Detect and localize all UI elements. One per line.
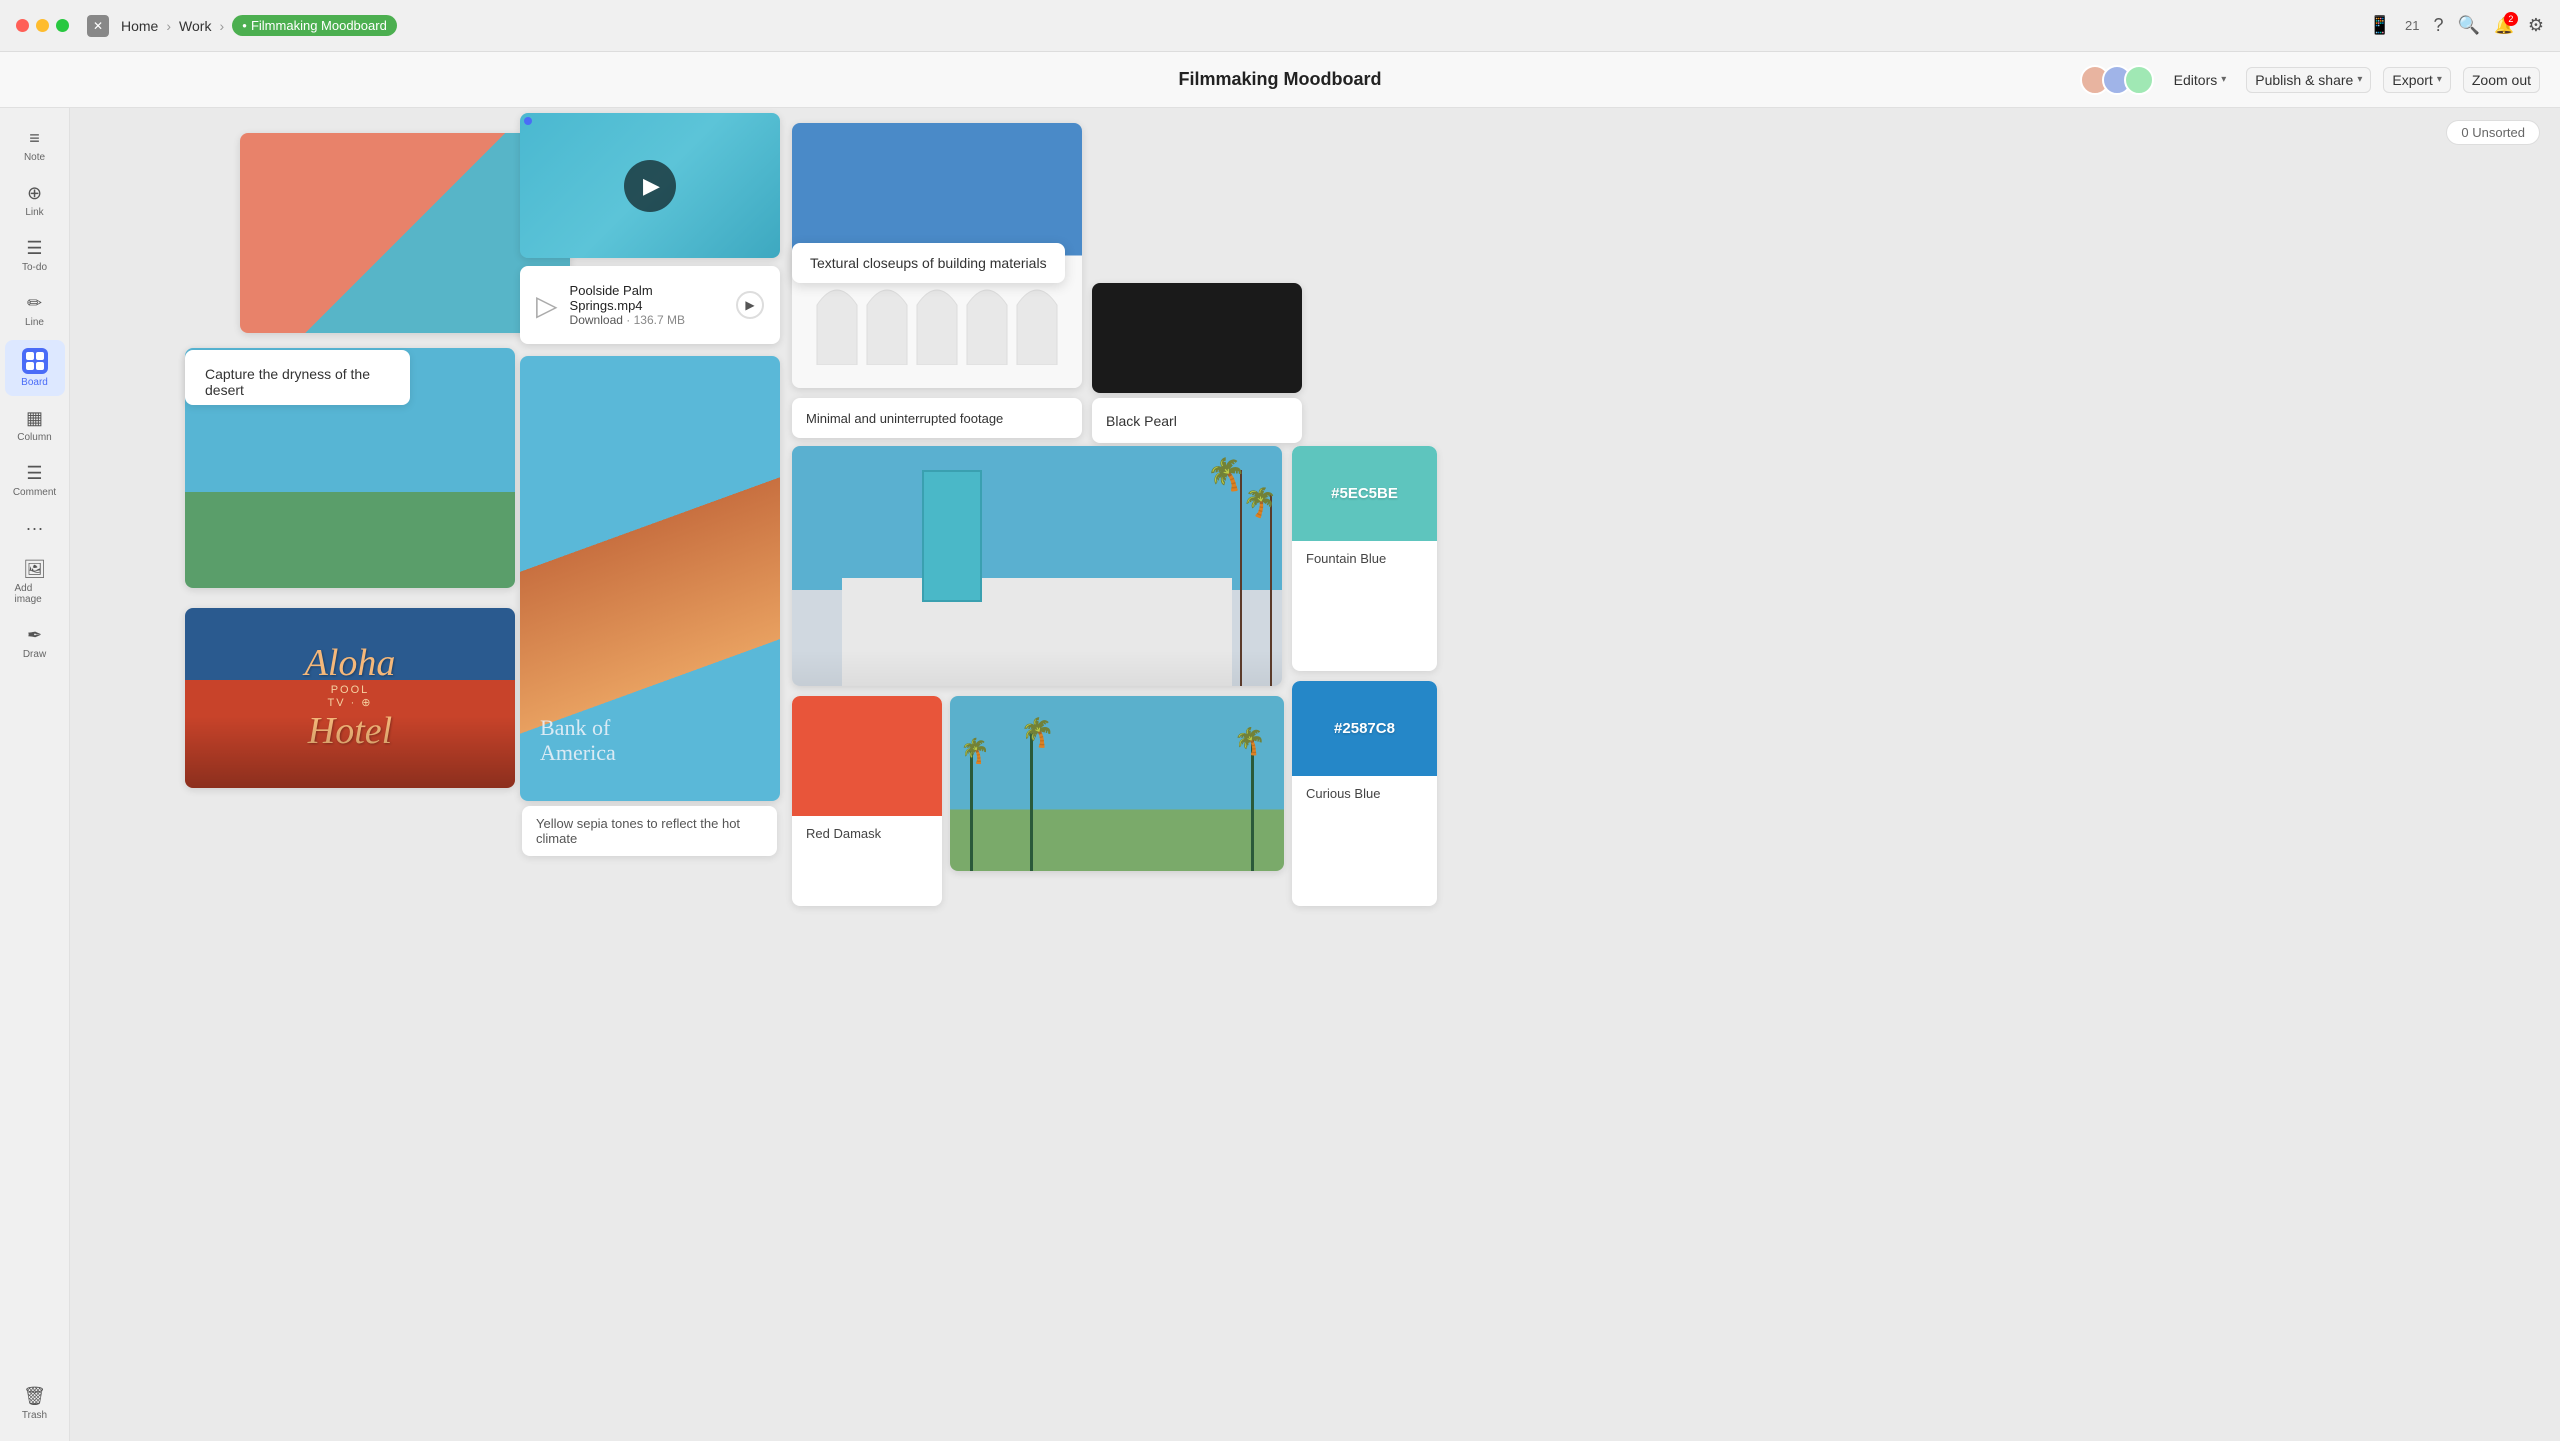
black-pearl-label: Black Pearl	[1092, 398, 1302, 443]
palms-blue-image[interactable]: 🌴 🌴 🌴	[950, 696, 1284, 871]
curious-blue-label: Curious Blue	[1292, 776, 1437, 811]
file-card[interactable]: ▷ Poolside Palm Springs.mp4 Download · 1…	[520, 266, 780, 344]
minimal-footage-card[interactable]: Minimal and uninterrupted footage	[792, 398, 1082, 438]
page-title: Filmmaking Moodboard	[1178, 69, 1381, 90]
canvas[interactable]: 0 Unsorted Capture the dryness of the de…	[70, 108, 2560, 1441]
board-icon	[22, 348, 48, 374]
sidebar-item-more[interactable]: ···	[5, 510, 65, 547]
sidebar-item-board[interactable]: Board	[5, 340, 65, 396]
device-count: 21	[2405, 18, 2419, 33]
play-icon: ▶	[643, 173, 660, 199]
breadcrumb-home[interactable]: Home	[121, 18, 158, 34]
comment-icon: ☰	[26, 463, 42, 484]
aloha-hotel-image[interactable]: Aloha POOL TV · ⊕ Hotel	[185, 608, 515, 788]
sidebar-item-draw[interactable]: ✒ Draw	[5, 617, 65, 668]
sidebar-item-line[interactable]: ✏ Line	[5, 285, 65, 336]
chevron-down-icon: ▾	[2437, 74, 2442, 85]
settings-icon[interactable]: ⚙	[2528, 15, 2544, 36]
pin-indicator	[524, 117, 532, 125]
breadcrumb-work[interactable]: Work	[179, 18, 211, 34]
bank-building-image[interactable]: Bank of America	[520, 356, 780, 801]
device-icon[interactable]: 📱	[2369, 15, 2391, 36]
sidebar-item-column[interactable]: ▦ Column	[5, 400, 65, 451]
notification-bell[interactable]: 🔔2	[2494, 16, 2514, 36]
minimize-button[interactable]	[36, 19, 49, 32]
header-bar: Filmmaking Moodboard Editors ▾ Publish &…	[0, 52, 2560, 108]
sidebar-item-todo[interactable]: ☰ To-do	[5, 230, 65, 281]
file-play-button[interactable]: ▶	[736, 291, 764, 319]
publish-share-button[interactable]: Publish & share ▾	[2246, 67, 2371, 93]
red-damask-label: Red Damask	[792, 816, 942, 851]
filename: Poolside Palm Springs.mp4	[570, 283, 724, 313]
chevron-down-icon: ▾	[2357, 74, 2362, 85]
chevron-down-icon: ▾	[2221, 74, 2226, 85]
breadcrumb: Home › Work › Filmmaking Moodboard	[121, 15, 397, 36]
search-icon[interactable]: 🔍	[2458, 15, 2480, 36]
sidebar-item-link[interactable]: ⊕ Link	[5, 175, 65, 226]
note-icon: ≡	[29, 128, 40, 149]
unsorted-badge: 0 Unsorted	[2446, 120, 2540, 145]
sidebar-item-add-image[interactable]: 🖼 Add image	[5, 551, 65, 613]
link-icon: ⊕	[27, 183, 42, 204]
file-meta: Download · 136.7 MB	[570, 313, 724, 327]
active-tab[interactable]: Filmmaking Moodboard	[232, 15, 397, 36]
trash-icon: 🗑	[23, 1386, 46, 1407]
column-icon: ▦	[26, 408, 43, 429]
sidebar: ≡ Note ⊕ Link ☰ To-do ✏ Line Board ▦ Col…	[0, 108, 70, 1441]
blue-hex: #2587C8	[1334, 720, 1395, 737]
sidebar-item-note[interactable]: ≡ Note	[5, 120, 65, 171]
fountain-blue-block[interactable]: #5EC5BE Fountain Blue	[1292, 446, 1437, 671]
todo-icon: ☰	[26, 238, 42, 259]
app-icon: ✕	[87, 15, 109, 37]
zoom-button[interactable]: Zoom out	[2463, 67, 2540, 93]
help-icon[interactable]: ?	[2434, 15, 2444, 36]
editors-button[interactable]: Editors ▾	[2166, 68, 2235, 92]
desert-dryness-note[interactable]: Capture the dryness of the desert	[185, 350, 410, 405]
red-damask-block[interactable]: Red Damask	[792, 696, 942, 906]
header-right-actions: Editors ▾ Publish & share ▾ Export ▾ Zoo…	[2080, 65, 2540, 95]
midcentury-house-image[interactable]: 🌴 🌴	[792, 446, 1282, 686]
more-icon: ···	[26, 518, 44, 539]
teal-hex: #5EC5BE	[1331, 485, 1398, 502]
fullscreen-button[interactable]	[56, 19, 69, 32]
add-image-icon: 🖼	[23, 559, 46, 580]
file-icon: ▷	[536, 289, 558, 322]
file-info: Poolside Palm Springs.mp4 Download · 136…	[570, 283, 724, 327]
sepia-note[interactable]: Yellow sepia tones to reflect the hot cl…	[522, 806, 777, 856]
notification-count: 2	[2504, 12, 2518, 26]
sidebar-item-comment[interactable]: ☰ Comment	[5, 455, 65, 506]
close-button[interactable]	[16, 19, 29, 32]
titlebar: ✕ Home › Work › Filmmaking Moodboard 📱 2…	[0, 0, 2560, 52]
export-button[interactable]: Export ▾	[2383, 67, 2451, 93]
textural-tooltip: Textural closeups of building materials	[792, 243, 1065, 283]
line-icon: ✏	[27, 293, 42, 314]
fountain-blue-label: Fountain Blue	[1292, 541, 1437, 576]
black-pearl-image[interactable]	[1092, 283, 1302, 393]
draw-icon: ✒	[27, 625, 42, 646]
titlebar-icons: 📱 21 ? 🔍 🔔2 ⚙	[2369, 15, 2544, 36]
traffic-lights	[16, 19, 69, 32]
play-button[interactable]: ▶	[624, 160, 676, 212]
avatar-group	[2080, 65, 2154, 95]
curious-blue-block[interactable]: #2587C8 Curious Blue	[1292, 681, 1437, 906]
trash-button[interactable]: 🗑 Trash	[12, 1378, 57, 1429]
avatar	[2124, 65, 2154, 95]
pool-video-image[interactable]: ▶	[520, 113, 780, 258]
